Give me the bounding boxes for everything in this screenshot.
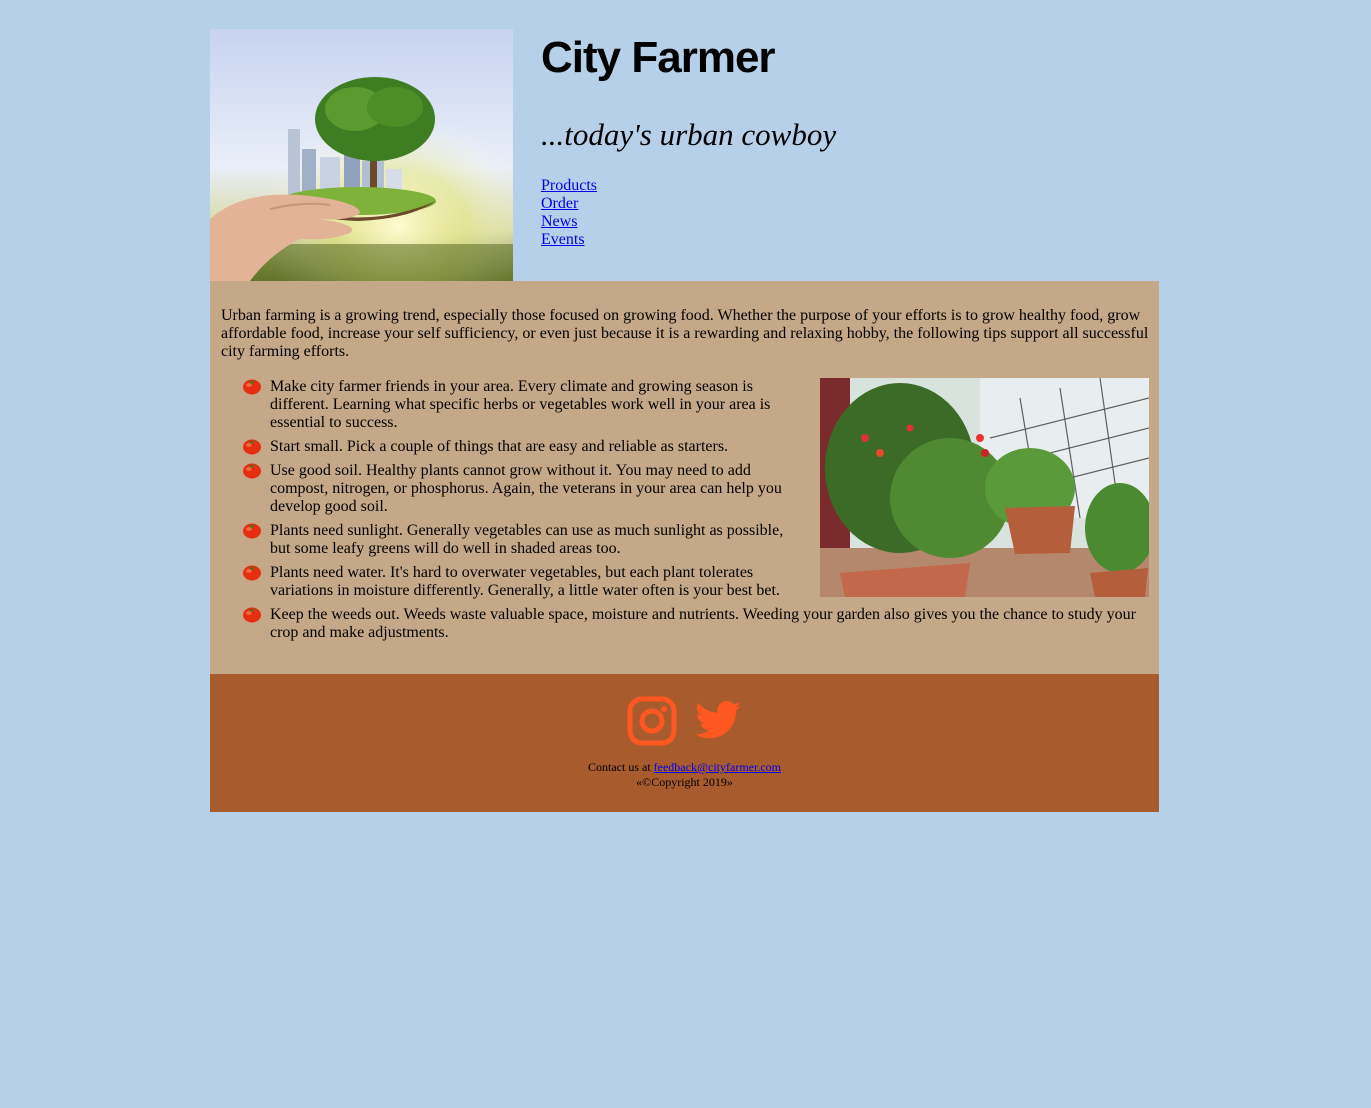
page: City Farmer ...today's urban cowboy Prod… xyxy=(210,29,1159,812)
tomato-bullet-icon xyxy=(242,377,262,400)
nav-link-events[interactable]: Events xyxy=(541,231,597,249)
tip-text: Plants need water. It's hard to overwate… xyxy=(270,564,780,599)
instagram-icon[interactable] xyxy=(627,696,677,746)
hero-image-city-in-hand xyxy=(210,29,513,281)
tip-text: Make city farmer friends in your area. E… xyxy=(270,378,771,431)
nav-link-news[interactable]: News xyxy=(541,213,597,231)
tagline: ...today's urban cowboy xyxy=(541,117,837,152)
intro-paragraph: Urban farming is a growing trend, especi… xyxy=(221,307,1149,360)
tips-section: Make city farmer friends in your area. E… xyxy=(220,378,1149,648)
tomato-bullet-icon xyxy=(242,461,262,484)
copyright-text: «©Copyright 2019» xyxy=(636,775,733,789)
tip-text: Start small. Pick a couple of things tha… xyxy=(270,438,729,455)
twitter-icon[interactable] xyxy=(693,696,743,746)
main-nav: Products Order News Events xyxy=(541,177,597,249)
tip-item: Start small. Pick a couple of things tha… xyxy=(243,438,1149,456)
tomato-bullet-icon xyxy=(242,605,262,628)
tomato-bullet-icon xyxy=(242,521,262,544)
nav-link-products[interactable]: Products xyxy=(541,177,597,195)
tip-item: Plants need sunlight. Generally vegetabl… xyxy=(243,522,1149,558)
social-links xyxy=(210,674,1159,746)
tips-list: Make city farmer friends in your area. E… xyxy=(220,378,1149,642)
tip-item: Use good soil. Healthy plants cannot gro… xyxy=(243,462,1149,516)
site-title: City Farmer xyxy=(541,33,776,82)
tip-text: Plants need sunlight. Generally vegetabl… xyxy=(270,522,784,557)
tip-text: Use good soil. Healthy plants cannot gro… xyxy=(270,462,782,515)
tomato-bullet-icon xyxy=(242,437,262,460)
tomato-bullet-icon xyxy=(242,563,262,586)
header: City Farmer ...today's urban cowboy Prod… xyxy=(210,29,1159,281)
contact-prefix: Contact us at xyxy=(588,760,654,774)
nav-link-order[interactable]: Order xyxy=(541,195,597,213)
footer: Contact us at feedback@cityfarmer.com «©… xyxy=(210,674,1159,812)
tip-text: Keep the weeds out. Weeds waste valuable… xyxy=(270,606,1136,641)
contact-line: Contact us at feedback@cityfarmer.com xyxy=(210,760,1159,775)
tip-item: Plants need water. It's hard to overwate… xyxy=(243,564,1149,600)
feedback-email-link[interactable]: feedback@cityfarmer.com xyxy=(654,760,781,774)
main-content: Urban farming is a growing trend, especi… xyxy=(210,281,1159,674)
tip-item: Keep the weeds out. Weeds waste valuable… xyxy=(243,606,1149,642)
tip-item: Make city farmer friends in your area. E… xyxy=(243,378,1149,432)
